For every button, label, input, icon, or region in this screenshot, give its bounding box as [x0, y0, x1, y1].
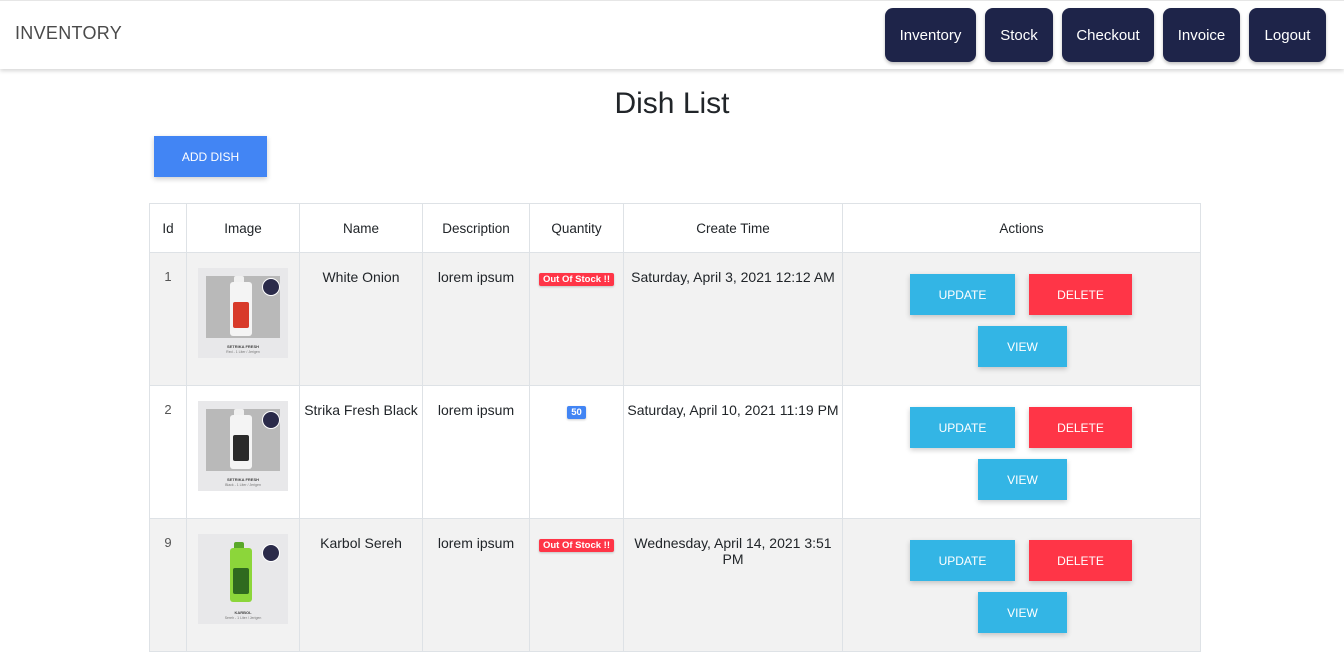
table-row: 9 KARBOL Sereh - 1 Liter / Jerigen Karbo… [149, 518, 1201, 652]
row-description: lorem ipsum [422, 252, 530, 386]
quantity-badge: Out Of Stock !! [538, 273, 615, 286]
quantity-badge: Out Of Stock !! [538, 539, 615, 552]
row-create-time: Saturday, April 3, 2021 12:12 AM [623, 252, 843, 386]
top-navbar: INVENTORY Inventory Stock Checkout Invoi… [0, 0, 1344, 69]
product-image: SETRIKA FRESH Red - 1 Liter / Jerigen [198, 268, 288, 358]
delete-button[interactable]: DELETE [1029, 274, 1132, 315]
header-create-time: Create Time [623, 203, 843, 253]
row-description: lorem ipsum [422, 518, 530, 652]
row-id: 9 [149, 518, 187, 652]
brand-seal-icon [262, 411, 280, 429]
row-name: White Onion [299, 252, 423, 386]
header-image: Image [186, 203, 300, 253]
header-quantity: Quantity [529, 203, 624, 253]
update-button[interactable]: UPDATE [910, 274, 1015, 315]
update-button[interactable]: UPDATE [910, 407, 1015, 448]
row-actions-cell: UPDATE DELETE VIEW [842, 385, 1201, 519]
add-dish-button[interactable]: ADD DISH [154, 136, 267, 177]
row-quantity-cell: 50 [529, 385, 624, 519]
header-id: Id [149, 203, 187, 253]
row-actions-cell: UPDATE DELETE VIEW [842, 518, 1201, 652]
product-image: SETRIKA FRESH Black - 1 Liter / Jerigen [198, 401, 288, 491]
page-title: Dish List [614, 87, 730, 120]
row-image-cell: SETRIKA FRESH Red - 1 Liter / Jerigen [186, 252, 300, 386]
nav-logout-button[interactable]: Logout [1249, 8, 1326, 62]
nav-stock-button[interactable]: Stock [985, 8, 1053, 62]
header-actions: Actions [842, 203, 1201, 253]
row-id: 1 [149, 252, 187, 386]
nav-inventory-button[interactable]: Inventory [885, 8, 976, 62]
brand-seal-icon [262, 278, 280, 296]
view-button[interactable]: VIEW [978, 459, 1067, 500]
row-quantity-cell: Out Of Stock !! [529, 252, 624, 386]
row-quantity-cell: Out Of Stock !! [529, 518, 624, 652]
delete-button[interactable]: DELETE [1029, 540, 1132, 581]
delete-button[interactable]: DELETE [1029, 407, 1132, 448]
dish-table: Id Image Name Description Quantity Creat… [149, 203, 1201, 652]
table-header-row: Id Image Name Description Quantity Creat… [149, 203, 1201, 253]
row-create-time: Wednesday, April 14, 2021 3:51 PM [623, 518, 843, 652]
table-row: 2 SETRIKA FRESH Black - 1 Liter / Jerige… [149, 385, 1201, 519]
table-row: 1 SETRIKA FRESH Red - 1 Liter / Jerigen … [149, 252, 1201, 386]
nav-invoice-button[interactable]: Invoice [1163, 8, 1240, 62]
row-image-cell: KARBOL Sereh - 1 Liter / Jerigen [186, 518, 300, 652]
view-button[interactable]: VIEW [978, 592, 1067, 633]
row-actions-cell: UPDATE DELETE VIEW [842, 252, 1201, 386]
header-name: Name [299, 203, 423, 253]
update-button[interactable]: UPDATE [910, 540, 1015, 581]
row-description: lorem ipsum [422, 385, 530, 519]
quantity-badge: 50 [567, 406, 586, 419]
row-name: Strika Fresh Black [299, 385, 423, 519]
row-image-cell: SETRIKA FRESH Black - 1 Liter / Jerigen [186, 385, 300, 519]
brand-logo-text[interactable]: INVENTORY [15, 23, 122, 44]
header-description: Description [422, 203, 530, 253]
view-button[interactable]: VIEW [978, 326, 1067, 367]
row-id: 2 [149, 385, 187, 519]
row-create-time: Saturday, April 10, 2021 11:19 PM [623, 385, 843, 519]
nav-checkout-button[interactable]: Checkout [1062, 8, 1154, 62]
product-image: KARBOL Sereh - 1 Liter / Jerigen [198, 534, 288, 624]
row-name: Karbol Sereh [299, 518, 423, 652]
brand-seal-icon [262, 544, 280, 562]
